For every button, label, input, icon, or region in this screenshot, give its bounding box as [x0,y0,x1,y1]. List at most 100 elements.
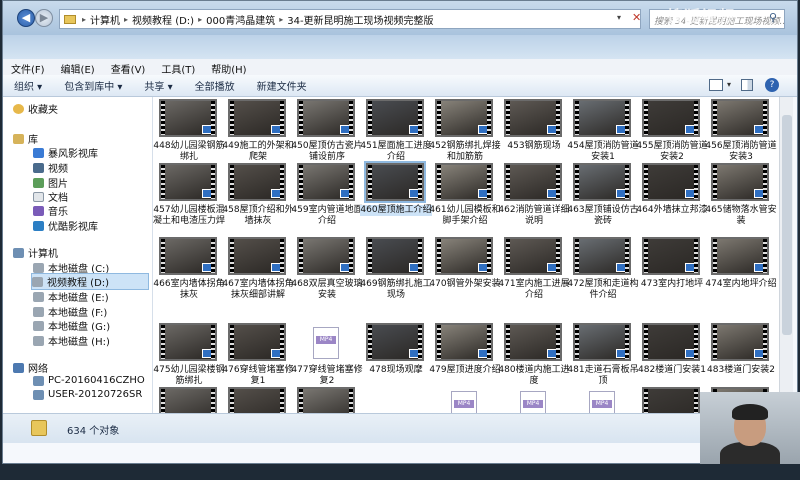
nav-library-item[interactable]: 文档 [33,189,68,204]
breadcrumb-computer[interactable]: 计算机 [90,12,120,27]
nav-favorites[interactable]: 收藏夹 [13,101,58,116]
nav-network-item-label: USER-20120726SR [48,389,143,400]
video-file-icon [754,263,766,272]
breadcrumb-current-folder[interactable]: 34-更新昆明施工现场视频完整版 [287,12,433,27]
nav-computer-label: 计算机 [28,249,58,260]
video-file-icon [340,189,352,198]
nav-network-item[interactable]: PC-20160416CZHO [33,375,145,386]
address-bar[interactable]: ▸ 计算机 ▸ 视频教程 (D:) ▸ 000青鸿晶建筑 ▸ 34-更新昆明施工… [59,9,641,29]
drive-icon [32,276,43,287]
pc-icon [33,375,44,386]
view-dropdown-icon[interactable]: ▾ [727,80,731,89]
file-name: 473室内打地坪 [640,279,704,289]
file-name: 455屋顶消防管道安装2 [636,141,708,162]
file-name: 465储物落水管安装 [705,205,777,226]
video-file-icon [478,349,490,358]
file-grid: 448幼儿园梁钢筋绑扎 449施工的外架和爬架 450屋顶仿古瓷片铺设前序 451屋面… [153,97,781,413]
share-button[interactable]: 共享 ▾ [133,78,183,93]
nav-drive-label: 视频教程 (D:) [47,278,110,289]
video-thumbnail [573,99,631,137]
mp4-tag: MP4 [523,400,543,408]
include-in-library-button[interactable]: 包含到库中 ▾ [53,78,133,93]
video-file-icon [547,349,559,358]
video-file-icon [478,263,490,272]
preview-pane-icon[interactable] [741,79,753,91]
new-folder-button[interactable]: 新建文件夹 [246,78,318,93]
nav-library-item[interactable]: 暴风影视库 [33,145,98,160]
nav-favorites-label: 收藏夹 [28,105,58,116]
video-thumbnail [504,99,562,137]
nav-library-item[interactable]: 音乐 [33,203,68,218]
file-name: 474室内地坪介绍 [705,279,777,289]
file-name: 482楼道门安装1 [638,365,706,375]
address-dropdown-icon[interactable]: ▾ [617,13,621,22]
back-button[interactable]: ◀ [17,9,35,27]
chevron-right-icon: ▸ [279,14,284,24]
nav-drive[interactable]: 本地磁盘 (G:) [33,318,110,333]
video-file-icon [547,189,559,198]
breadcrumb-folder-000[interactable]: 000青鸿晶建筑 [206,12,275,27]
nav-library-item[interactable]: 优酷影视库 [33,218,98,233]
file-name: 472屋顶和走道构件介绍 [567,279,639,300]
object-count: 634 个对象 [67,426,120,437]
video-thumbnail [159,163,217,201]
document-icon [33,191,44,202]
music-icon [33,205,44,216]
organize-button[interactable]: 组织 ▾ [3,78,53,93]
video-thumbnail [228,163,286,201]
video-thumbnail [711,163,769,201]
menu-help[interactable]: 帮助(H) [203,59,254,76]
file-name: 450屋顶仿古瓷片铺设前序 [291,141,363,162]
sohu-watermark: 搜狐视频 [667,7,736,26]
video-file-icon [754,125,766,134]
search-icon[interactable]: ⚲ [769,11,777,24]
mp4-tag: MP4 [592,400,612,408]
mp4-tag: MP4 [316,336,336,344]
vertical-scrollbar[interactable] [779,97,793,413]
close-address-icon[interactable]: ✕ [632,11,641,24]
nav-computer[interactable]: 计算机 [13,245,58,260]
file-name: 477穿线管堵塞修复2 [291,365,363,386]
view-options-icon[interactable] [709,79,723,91]
video-file-icon [202,349,214,358]
video-file-icon [547,125,559,134]
nav-library-item[interactable]: 视频 [33,160,68,175]
video-thumbnail [159,99,217,137]
file-name: 479屋顶进度介绍 [429,365,501,375]
menu-edit[interactable]: 编辑(E) [53,59,103,76]
mp4-tag: MP4 [454,400,474,408]
command-bar: 组织 ▾ 包含到库中 ▾ 共享 ▾ 全部播放 新建文件夹 ▾ ? [3,75,797,97]
nav-drive[interactable]: 本地磁盘 (E:) [33,289,109,304]
nav-drive[interactable]: 本地磁盘 (H:) [33,333,110,348]
breadcrumb-drive-d[interactable]: 视频教程 (D:) [132,12,194,27]
video-thumbnail [435,323,493,361]
nav-network[interactable]: 网络 [13,360,48,375]
file-name: 452钢筋绑扎焊接和加筋筋 [429,141,501,162]
video-file-icon [409,189,421,198]
menu-file[interactable]: 文件(F) [3,59,53,76]
video-thumbnail [573,237,631,275]
nav-library-item-label: 优酷影视库 [48,222,98,233]
video-file-icon [685,263,697,272]
chevron-right-icon: ▸ [124,14,129,24]
nav-library-item[interactable]: 图片 [33,175,68,190]
nav-network-item[interactable]: USER-20120726SR [33,389,142,400]
forward-button[interactable]: ▶ [35,9,53,27]
menu-view[interactable]: 查看(V) [103,59,154,76]
video-file-icon [616,125,628,134]
video-file-icon [271,189,283,198]
nav-library[interactable]: 库 [13,131,38,146]
nav-drive-selected[interactable]: 视频教程 (D:) [31,273,149,290]
file-name: 456屋顶消防管道安装3 [705,141,777,162]
video-thumbnail [366,323,424,361]
video-file-icon [271,263,283,272]
help-icon[interactable]: ? [765,78,779,92]
video-thumbnail [228,387,286,413]
video-thumbnail [297,163,355,201]
play-all-button[interactable]: 全部播放 [184,78,246,93]
nav-drive[interactable]: 本地磁盘 (F:) [33,304,107,319]
scrollbar-thumb[interactable] [782,115,792,335]
menu-tools[interactable]: 工具(T) [153,59,203,76]
video-thumbnail [642,323,700,361]
library-icon [13,133,24,144]
